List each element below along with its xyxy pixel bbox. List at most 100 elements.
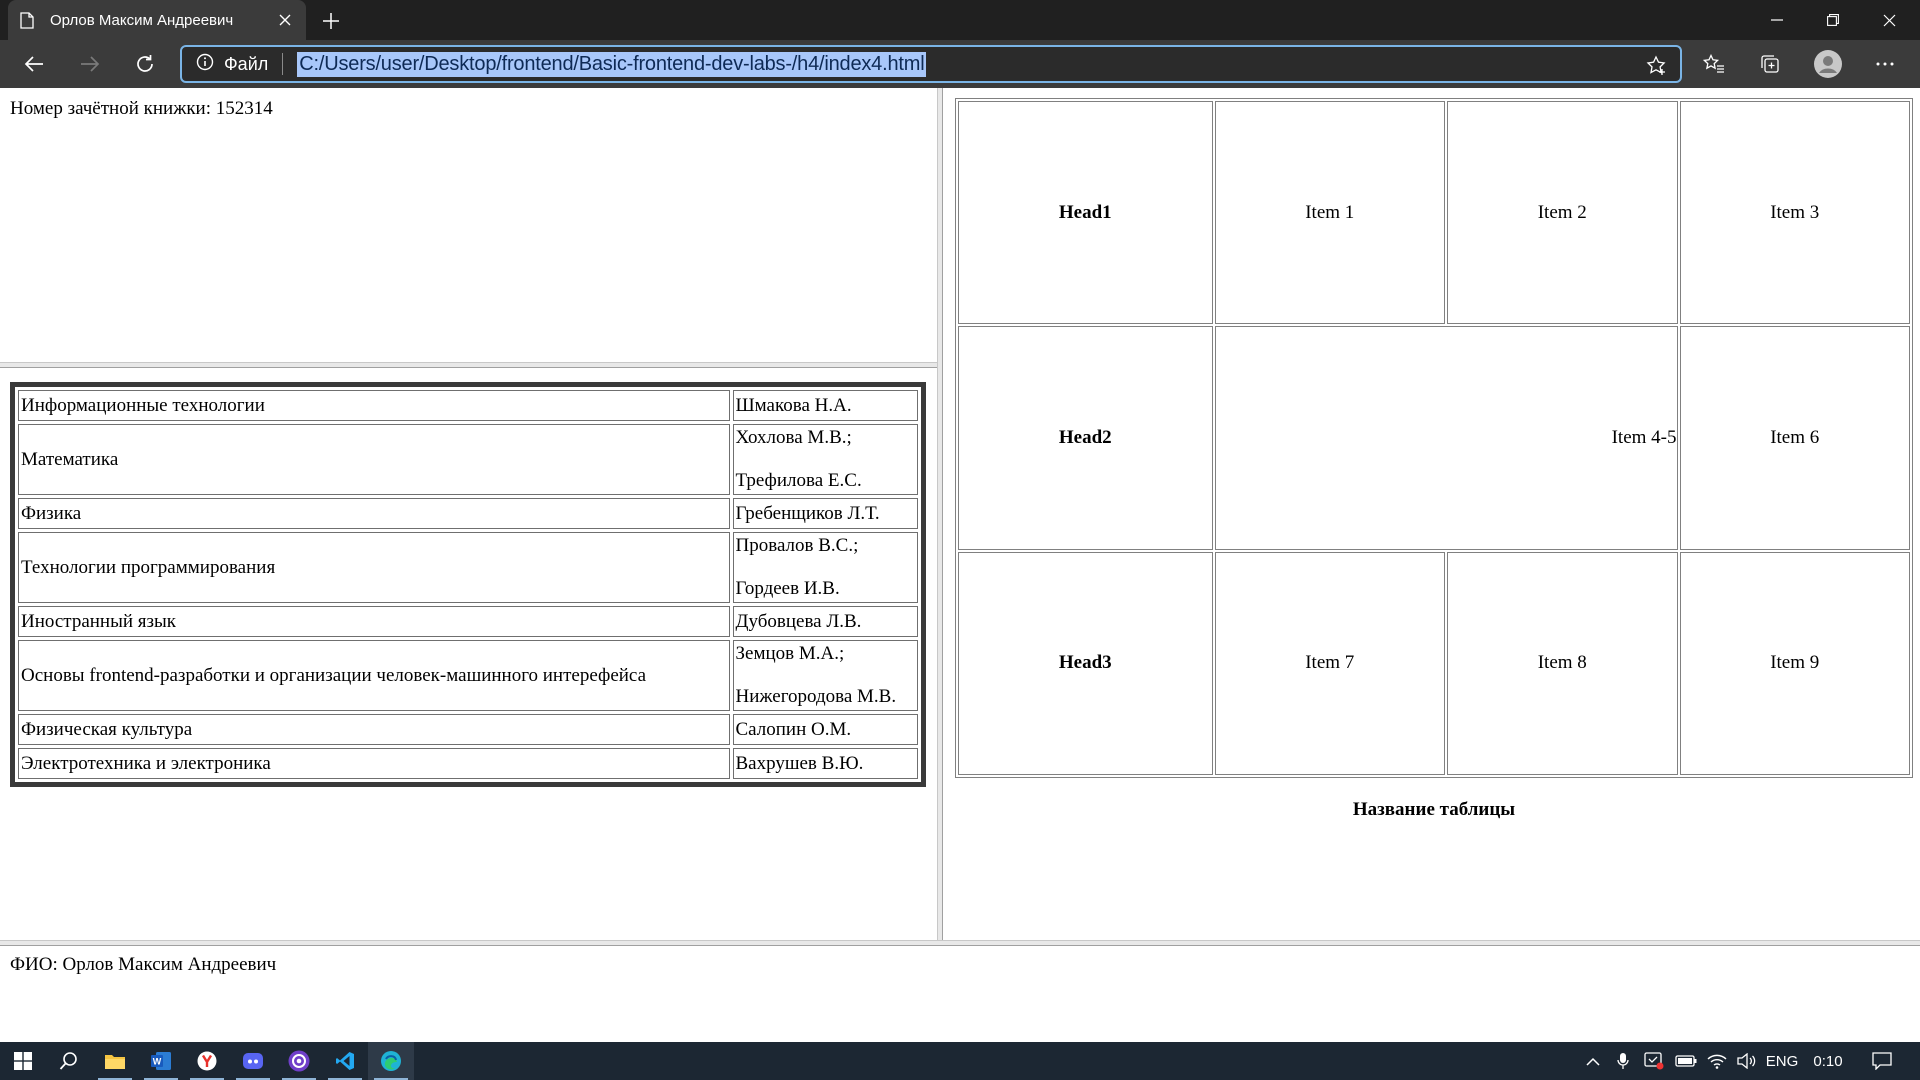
url-text[interactable]: C:/Users/user/Desktop/frontend/Basic-fro… bbox=[297, 51, 927, 77]
subject-teachers: Шмакова Н.А. bbox=[732, 390, 918, 421]
clock-time[interactable]: 0:10 bbox=[1808, 1042, 1848, 1080]
record-book-number: Номер зачётной книжки: 152314 bbox=[10, 98, 273, 119]
capture-status-icon[interactable] bbox=[1638, 1042, 1670, 1080]
subject-name: Физика bbox=[18, 498, 730, 529]
teacher-name: Салопин О.М. bbox=[735, 718, 852, 740]
restore-icon[interactable] bbox=[1806, 0, 1860, 40]
svg-text:W: W bbox=[153, 1057, 162, 1067]
battery-icon[interactable] bbox=[1670, 1042, 1702, 1080]
grid-cell-merged: Item 4-5 bbox=[1214, 326, 1678, 550]
address-bar[interactable]: Файл C:/Users/user/Desktop/frontend/Basi… bbox=[180, 45, 1682, 83]
subject-name: Математика bbox=[18, 424, 730, 495]
subject-name: Технологии программирования bbox=[18, 532, 730, 603]
chevron-up-icon[interactable] bbox=[1578, 1042, 1608, 1080]
teacher-name: Нижегородова М.В. bbox=[735, 686, 897, 707]
grid-cell: Item 3 bbox=[1679, 101, 1910, 325]
microphone-icon[interactable] bbox=[1608, 1042, 1638, 1080]
tab-title: Орлов Максим Андреевич bbox=[50, 11, 234, 29]
wifi-icon[interactable] bbox=[1702, 1042, 1732, 1080]
input-language[interactable]: ENG bbox=[1762, 1042, 1802, 1080]
profile-avatar-icon[interactable] bbox=[1811, 48, 1845, 80]
subject-teachers: Гребенщиков Л.Т. bbox=[732, 498, 918, 529]
volume-icon[interactable] bbox=[1732, 1042, 1762, 1080]
subject-name: Основы frontend-разработки и организации… bbox=[18, 640, 730, 711]
table-row: Иностранный язык Дубовцева Л.В. bbox=[18, 606, 918, 637]
teacher-name: Дубовцева Л.В. bbox=[735, 610, 862, 632]
yandex-browser-icon[interactable] bbox=[184, 1042, 230, 1080]
teacher-name: Гордеев И.В. bbox=[735, 578, 840, 599]
site-info[interactable]: Файл bbox=[196, 53, 268, 76]
file-explorer-icon[interactable] bbox=[92, 1042, 138, 1080]
teacher-name: Шмакова Н.А. bbox=[735, 394, 852, 416]
page-icon bbox=[18, 11, 36, 29]
table-row: Основы frontend-разработки и организации… bbox=[18, 640, 918, 711]
grid-caption: Название таблицы bbox=[1352, 799, 1516, 820]
table-row: Электротехника и электроника Вахрушев В.Ю… bbox=[18, 748, 918, 779]
grid-head: Head1 bbox=[958, 101, 1213, 325]
page-viewport: Номер зачётной книжки: 152314 Информацио… bbox=[0, 88, 1920, 1042]
grid-cell: Item 1 bbox=[1214, 101, 1446, 325]
add-favorite-icon[interactable] bbox=[1644, 53, 1670, 79]
teacher-name: Хохлова М.В.; bbox=[735, 427, 852, 448]
subject-teachers: Хохлова М.В.; Трефилова Е.С. bbox=[732, 424, 918, 495]
more-options-icon[interactable] bbox=[1868, 48, 1902, 80]
new-tab-icon[interactable] bbox=[318, 8, 344, 34]
grid-head: Head2 bbox=[958, 326, 1213, 550]
discord-icon[interactable] bbox=[230, 1042, 276, 1080]
windows-taskbar: W ENG 0:10 bbox=[0, 1042, 1920, 1080]
table-row: Физическая культура Салопин О.М. bbox=[18, 714, 918, 745]
back-arrow-icon[interactable] bbox=[17, 48, 51, 80]
address-separator bbox=[282, 53, 284, 75]
browser-toolbar: Файл C:/Users/user/Desktop/frontend/Basi… bbox=[0, 40, 1920, 88]
grid-table: Название таблицы Head1 Item 1 Item 2 Ite… bbox=[955, 98, 1913, 821]
teacher-name: Гребенщиков Л.Т. bbox=[735, 502, 880, 524]
favorites-icon[interactable] bbox=[1697, 48, 1731, 80]
forward-arrow-icon[interactable] bbox=[73, 48, 107, 80]
frame-grid: Название таблицы Head1 Item 1 Item 2 Ite… bbox=[943, 88, 1920, 940]
address-file-label: Файл bbox=[224, 53, 269, 74]
grid-cell: Item 8 bbox=[1447, 551, 1678, 775]
fio-text: ФИО: Орлов Максим Андреевич bbox=[10, 954, 277, 975]
subject-name: Иностранный язык bbox=[18, 606, 730, 637]
notifications-icon[interactable] bbox=[1862, 1042, 1902, 1080]
subject-name: Физическая культура bbox=[18, 714, 730, 745]
refresh-icon[interactable] bbox=[128, 48, 162, 80]
grid-head: Head3 bbox=[958, 551, 1213, 775]
obs-icon[interactable] bbox=[276, 1042, 322, 1080]
table-row: Head3 Item 7 Item 8 Item 9 bbox=[958, 551, 1910, 775]
collections-icon[interactable] bbox=[1753, 48, 1787, 80]
frame-fio: ФИО: Орлов Максим Андреевич bbox=[0, 946, 1920, 1042]
table-row: Физика Гребенщиков Л.Т. bbox=[18, 498, 918, 529]
table-row: Технологии программирования Провалов В.С.… bbox=[18, 532, 918, 603]
vscode-icon[interactable] bbox=[322, 1042, 368, 1080]
search-icon[interactable] bbox=[46, 1042, 92, 1080]
teacher-name: Провалов В.С.; bbox=[735, 535, 859, 556]
table-row: Head2 Item 4-5 Item 6 bbox=[958, 326, 1910, 550]
table-row: Математика Хохлова М.В.; Трефилова Е.С. bbox=[18, 424, 918, 495]
subject-name: Электротехника и электроника bbox=[18, 748, 730, 779]
edge-icon[interactable] bbox=[368, 1042, 414, 1080]
minimize-icon[interactable] bbox=[1750, 0, 1804, 40]
browser-titlebar: Орлов Максим Андреевич bbox=[0, 0, 1920, 40]
subject-teachers: Вахрушев В.Ю. bbox=[732, 748, 918, 779]
grid-cell: Item 6 bbox=[1679, 326, 1910, 550]
frame-record-book: Номер зачётной книжки: 152314 bbox=[0, 88, 937, 362]
subject-teachers: Земцов М.А.; Нижегородова М.В. bbox=[732, 640, 918, 711]
teacher-name: Трефилова Е.С. bbox=[735, 470, 862, 491]
teacher-name: Земцов М.А.; bbox=[735, 643, 845, 664]
table-row: Head1 Item 1 Item 2 Item 3 bbox=[958, 101, 1910, 325]
subject-teachers: Провалов В.С.; Гордеев И.В. bbox=[732, 532, 918, 603]
windows-start-icon[interactable] bbox=[0, 1042, 46, 1080]
word-icon[interactable]: W bbox=[138, 1042, 184, 1080]
grid-cell: Item 9 bbox=[1679, 551, 1910, 775]
info-icon bbox=[196, 53, 214, 76]
teacher-name: Вахрушев В.Ю. bbox=[735, 752, 864, 774]
close-window-icon[interactable] bbox=[1862, 0, 1916, 40]
browser-tab[interactable]: Орлов Максим Андреевич bbox=[8, 0, 306, 40]
grid-cell: Item 7 bbox=[1214, 551, 1446, 775]
subjects-table: Информационные технологии Шмакова Н.А. Мат… bbox=[10, 382, 926, 787]
subject-teachers: Дубовцева Л.В. bbox=[732, 606, 918, 637]
grid-cell: Item 2 bbox=[1447, 101, 1678, 325]
subject-name: Информационные технологии bbox=[18, 390, 730, 421]
close-tab-icon[interactable] bbox=[274, 9, 296, 31]
